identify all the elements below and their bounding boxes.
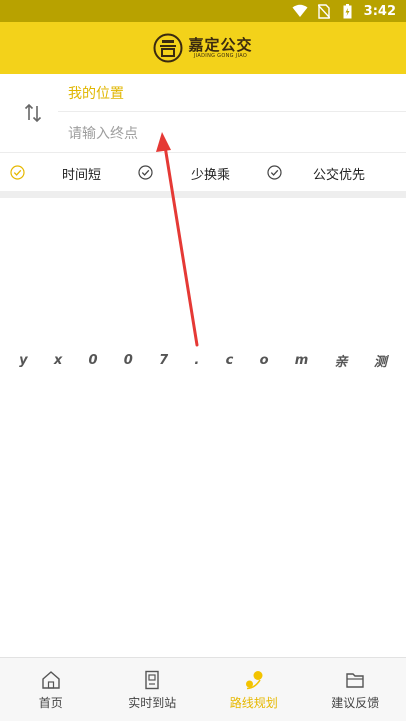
logo-subtitle: JIADING GONG JIAO — [193, 52, 248, 59]
watermark-char: 0 — [88, 352, 98, 368]
app-logo: 嘉定公交 JIADING GONG JIAO — [153, 33, 252, 63]
tab-realtime[interactable]: 实时到站 — [102, 658, 204, 721]
status-time: 3:42 — [363, 3, 396, 19]
status-bar: 3:42 — [0, 0, 406, 22]
logo-emblem-icon — [153, 33, 183, 63]
battery-charging-icon — [340, 3, 356, 19]
watermark-char: 0 — [123, 352, 133, 368]
tab-feedback-label: 建议反馈 — [331, 695, 380, 710]
swap-arrows-icon[interactable] — [22, 102, 44, 124]
route-input-panel: 我的位置 请输入终点 — [0, 74, 406, 152]
option-check-icon[interactable] — [138, 165, 153, 180]
tab-feedback[interactable]: 建议反馈 — [305, 658, 406, 721]
option-label-bus-priority[interactable]: 公交优先 — [313, 164, 365, 183]
watermark-char: m — [294, 352, 309, 368]
watermark-char: . — [194, 352, 200, 368]
no-sim-icon — [316, 3, 332, 19]
origin-field[interactable]: 我的位置 — [58, 74, 406, 112]
option-label-fewer-transfers[interactable]: 少换乘 — [191, 164, 230, 183]
watermark-char: 测 — [373, 354, 387, 370]
wifi-icon — [292, 3, 308, 19]
option-check-icon[interactable] — [10, 165, 25, 180]
tab-route-plan[interactable]: 路线规划 — [203, 658, 305, 721]
watermark-char: o — [259, 352, 269, 368]
destination-input[interactable]: 请输入终点 — [58, 114, 406, 152]
watermark-char: y — [19, 352, 28, 368]
app-header: 嘉定公交 JIADING GONG JIAO — [0, 22, 406, 74]
bus-stop-icon — [145, 670, 159, 689]
section-divider — [0, 191, 406, 198]
tab-home[interactable]: 首页 — [0, 658, 102, 721]
option-check-icon[interactable] — [267, 165, 282, 180]
watermark: y x 0 0 7 . c o m 亲 测 — [0, 349, 406, 371]
tab-route-plan-label: 路线规划 — [229, 695, 278, 710]
tab-realtime-label: 实时到站 — [128, 695, 177, 710]
tab-home-label: 首页 — [38, 695, 63, 710]
route-options: 时间短 少换乘 公交优先 — [0, 152, 406, 191]
watermark-char: x — [53, 352, 63, 368]
option-label-shortest-time[interactable]: 时间短 — [62, 164, 101, 183]
feedback-icon — [346, 672, 364, 688]
route-plan-icon — [245, 670, 263, 689]
home-icon — [42, 670, 60, 689]
logo-title: 嘉定公交 — [188, 35, 253, 54]
watermark-char: 7 — [159, 352, 169, 368]
bottom-tab-bar: 首页 实时到站 路线规划 建议反馈 — [0, 657, 406, 721]
watermark-char: 亲 — [334, 354, 348, 370]
watermark-char: c — [225, 352, 234, 368]
